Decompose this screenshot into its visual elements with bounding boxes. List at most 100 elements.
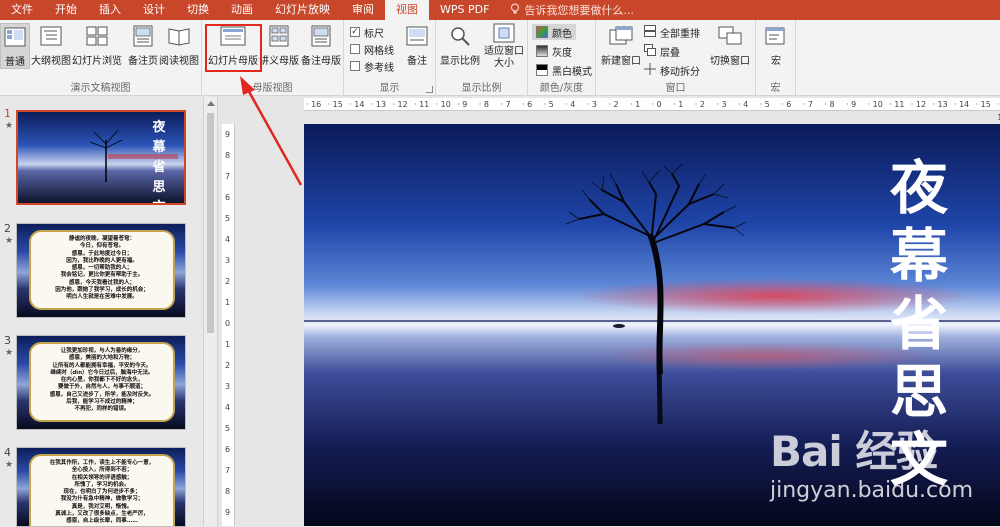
slide-thumbnail-2[interactable]: 静谧的夜晚，凝望着苍穹： 今日，仰有苍穹。 感恩，于此地度过今日； 因为，我比昨晚的人… [16,223,186,318]
move-split-button[interactable]: 移动拆分 [644,62,700,78]
tab-home[interactable]: 开始 [44,0,88,20]
tab-transitions[interactable]: 切换 [176,0,220,20]
scroll-up-icon[interactable] [207,101,215,106]
ruler-tick-label: 2 [225,277,231,286]
gridlines-checkbox[interactable]: 网格线 [350,41,394,57]
zoom-label: 显示比例 [440,56,480,67]
group-label-zoom: 显示比例 [461,83,502,94]
tab-file[interactable]: 文件 [0,0,44,20]
ruler-tick-label: 4 [225,235,231,244]
ruler-tick-label: · 0 [651,100,662,109]
checkbox-icon [350,44,360,54]
ruler-tick-label: · 10 [435,100,451,109]
checkbox-icon [350,61,360,71]
ruler-tick-label: · 14 [954,100,970,109]
ruler-tick-label: · 6 [781,100,792,109]
animation-star-icon: ★ [5,236,14,246]
tab-view[interactable]: 视图 [385,0,429,20]
slide-thumbnail-1[interactable]: 夜幕省思文 [16,110,186,205]
fit-window-icon [490,23,518,43]
arrange-all-button[interactable]: 全部重排 [644,24,700,40]
tab-slideshow[interactable]: 幻灯片放映 [264,0,341,20]
ruler-tick-label: · 7 [802,100,813,109]
tab-insert[interactable]: 插入 [88,0,132,20]
ruler-tick-label: · 8 [478,100,489,109]
cascade-button[interactable]: 层叠 [644,43,680,59]
scroll-thumb[interactable] [207,113,214,333]
thumbnail-scrollbar[interactable] [203,97,217,526]
normal-view-label: 普通 [5,57,25,68]
ruler-checkbox[interactable]: ✓ 标尺 [350,24,384,40]
group-label-show: 显示 [379,83,400,94]
black-white-option[interactable]: 黑白模式 [536,62,592,78]
slide-4-text-card: 在我其作所，工作，读生上不能专心一意， 全心投入，所得到不若； 在相关领导的评语感触… [29,454,175,526]
ruler-tick-label: 1 [225,340,231,349]
tell-me-search[interactable]: 告诉我您想要做什么... [500,2,634,18]
notes-button[interactable]: 备注 [402,23,432,69]
title-char: 省 [889,290,948,358]
outline-view-button[interactable]: 大纲视图 [31,23,71,69]
handout-master-button[interactable]: 讲义母版 [259,23,299,69]
horizontal-ruler: · 16 · 15 · 14 · 13 · 12 · 11 · 10 · 9 · 8 · 7 · 6… [304,98,1000,122]
tab-wps-pdf[interactable]: WPS PDF [429,0,500,20]
new-window-button[interactable]: 新建窗口 [600,23,642,69]
grayscale-label: 灰度 [552,47,572,59]
black-white-swatch-icon [536,64,548,76]
notes-master-button[interactable]: 备注母版 [301,23,341,69]
color-label: 颜色 [552,28,572,40]
macro-button[interactable]: 宏 [757,23,795,69]
slide-master-button[interactable]: 幻灯片母版 [206,23,260,69]
ruler-tick-label: · 8 [824,100,835,109]
tab-animations[interactable]: 动画 [220,0,264,20]
macro-label: 宏 [771,56,781,67]
new-window-icon [607,23,635,49]
magnifier-icon [446,23,474,49]
main-slide-canvas[interactable]: 夜 幕 省 思 文 [304,124,1000,526]
fit-to-window-button[interactable]: 适应窗口大小 [484,23,524,69]
guides-checkbox[interactable]: 参考线 [350,58,394,74]
move-split-icon [644,62,656,78]
move-split-label: 移动拆分 [660,66,700,78]
color-option[interactable]: 颜色 [532,24,576,40]
switch-window-button[interactable]: 切换窗口 [708,23,752,69]
slide-vertical-title[interactable]: 夜 幕 省 思 文 [884,154,954,494]
zoom-button[interactable]: 显示比例 [440,23,480,69]
thumbnail-text-line: 今日，仰有苍穹。 [79,243,124,250]
tab-review[interactable]: 审阅 [341,0,385,20]
switch-window-icon [716,23,744,49]
tab-design[interactable]: 设计 [132,0,176,20]
thumbnail-text-line: 感恩，于此地度过今日； [71,250,133,257]
ruler-tick-label: 5 [225,214,231,223]
vertical-ruler: 9 8 7 6 5 4 3 2 1 0 1 2 3 4 5 6 7 8 9 [222,124,235,526]
slide-thumbnail-4[interactable]: 在我其作所，工作，读生上不能专心一意， 全心投入，所得到不若； 在相关领导的评语感触… [16,447,186,527]
slide-sorter-button[interactable]: 幻灯片浏览 [72,23,122,69]
ruler-tick-label: · 3 [586,100,597,109]
grayscale-option[interactable]: 灰度 [536,43,572,59]
group-label-macro: 宏 [770,83,781,94]
ruler-tick-label: 7 [225,172,231,181]
slide-thumbnail-3[interactable]: 让我更加珍视，与人为善的缘分， 感恩，美丽的大地和万物； 让所有的人都能拥有幸福，平… [16,335,186,430]
ruler-tick-label: · 11 [889,100,905,109]
thumbnail-text-line: 感恩，自己又进步了，所学，能及时反失。 [49,391,155,398]
title-char: 文 [889,426,948,494]
notes-page-icon [129,23,157,49]
ruler-tick-label: · 15 [975,100,991,109]
thumbnail-text-line: 感恩，自上级长辈，同事…… [66,518,138,525]
ruler-tick-label: · 12 [910,100,927,109]
slide-number: 3 [4,334,11,347]
ruler-tick-label: · 2 [608,100,619,109]
animation-star-icon: ★ [5,348,14,358]
normal-view-button[interactable]: 普通 [0,23,30,69]
ruler-tick-label: · 5 [759,100,770,109]
lightbulb-icon [510,3,520,18]
notes-master-icon [307,23,335,49]
black-white-label: 黑白模式 [552,66,592,78]
group-presentation-views: 普通 大纲视图 幻灯片浏览 备注页 阅读视图 演示文稿视图 [0,20,202,96]
slide-number: 1 [4,107,11,120]
group-label-master-views: 母版视图 [252,83,293,94]
notes-page-button[interactable]: 备注页 [124,23,162,69]
slide-3-text-card: 让我更加珍视，与人为善的缘分， 感恩，美丽的大地和万物； 让所有的人都能拥有幸福，平… [29,342,175,422]
cascade-label: 层叠 [660,47,680,59]
reading-view-button[interactable]: 阅读视图 [159,23,199,69]
slide-1-title: 夜幕省思文 [152,120,166,203]
